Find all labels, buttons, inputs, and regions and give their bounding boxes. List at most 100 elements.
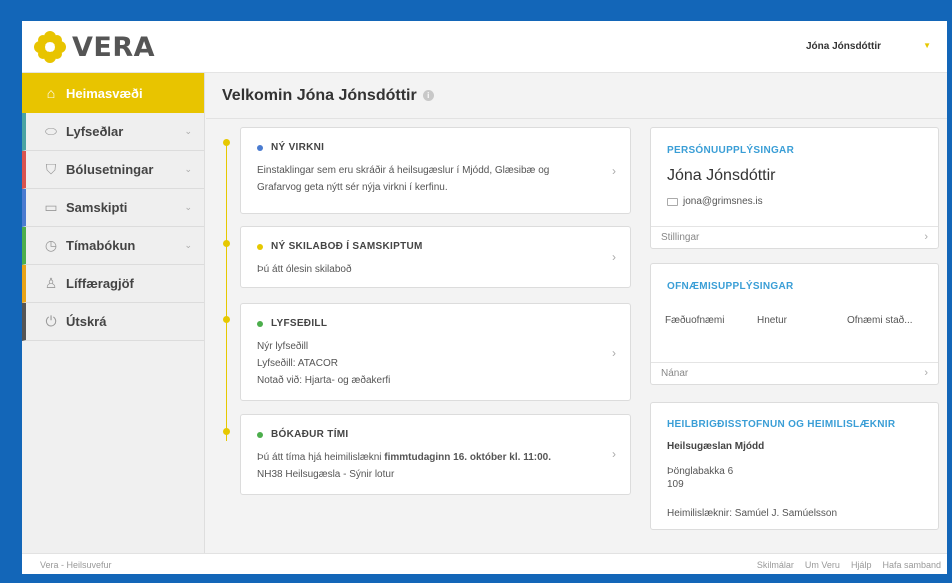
card-heading-text: NÝ SKILABOÐ Í SAMSKIPTUM	[271, 241, 423, 252]
timeline-dot	[223, 139, 230, 146]
sidebar-item-home[interactable]: ⌂ Heimasvæði	[22, 73, 204, 113]
card-line: Notað við: Hjarta- og æðakerfi	[257, 375, 391, 386]
prescription-card[interactable]: LYFSEÐILL Nýr lyfseðill Lyfseðill: ATACO…	[240, 303, 631, 401]
allergy-panel: OFNÆMISUPPLÝSINGAR Fæðuofnæmi Hnetur Ofn…	[650, 263, 939, 385]
footer-link-contact[interactable]: Hafa samband	[882, 560, 941, 570]
footer-link-help[interactable]: Hjálp	[851, 560, 872, 570]
clock-icon: ◷	[44, 237, 58, 253]
clinic-name: Heilsugæslan Mjódd	[667, 441, 765, 452]
chevron-down-icon[interactable]: ▼	[923, 41, 931, 50]
user-menu-name[interactable]: Jóna Jónsdóttir	[806, 41, 881, 52]
power-icon: ⏻	[45, 313, 57, 329]
status-dot	[257, 243, 263, 250]
page-title-text: Velkomin Jóna Jónsdóttir	[222, 87, 417, 104]
timeline-line	[226, 141, 227, 441]
allergy-note: Ofnæmi stað...	[847, 315, 913, 326]
card-body: Nýr lyfseðill Lyfseðill: ATACOR Notað vi…	[257, 338, 614, 389]
clinic-panel: HEILBRIGÐISSTOFNUN OG HEIMILISLÆKNIR Hei…	[650, 402, 939, 530]
panel-title: OFNÆMISUPPLÝSINGAR	[667, 281, 794, 292]
details-link[interactable]: Nánar ›	[651, 362, 938, 384]
card-line: NH38 Heilsugæsla - Sýnir lotur	[257, 469, 395, 480]
sidebar-item-label: Bólusetningar	[66, 162, 154, 177]
sidebar-item-label: Útskrá	[66, 314, 107, 329]
appointment-text: Þú átt tíma hjá heimilislækni	[257, 452, 385, 463]
sidebar: ⌂ Heimasvæði ⬭ Lyfseðlar ⌄ ⛉ Bólusetning…	[22, 73, 205, 553]
chat-icon: ▭	[44, 199, 58, 215]
sidebar-item-label: Lyfseðlar	[66, 124, 124, 139]
card-line: Þú átt tíma hjá heimilislækni fimmtudagi…	[257, 449, 588, 466]
sidebar-item-logout[interactable]: ⏻ Útskrá	[22, 303, 204, 341]
page-header: Velkomin Jóna Jónsdóttir i	[206, 73, 947, 119]
footer-link-terms[interactable]: Skilmálar	[757, 560, 794, 570]
mail-icon	[667, 197, 678, 206]
card-heading: BÓKAÐUR TÍMI	[257, 429, 614, 440]
status-dot	[257, 320, 263, 327]
flower-logo-icon	[34, 31, 66, 63]
sidebar-item-vaccinations[interactable]: ⛉ Bólusetningar ⌄	[22, 151, 204, 189]
chevron-right-icon[interactable]: ›	[612, 346, 616, 360]
settings-label: Stillingar	[661, 232, 700, 243]
timeline-dot	[223, 428, 230, 435]
timeline-dot	[223, 316, 230, 323]
footer-link-about[interactable]: Um Veru	[805, 560, 840, 570]
card-heading: NÝ SKILABOÐ Í SAMSKIPTUM	[257, 241, 614, 252]
personal-info-panel: PERSÓNUUPPLÝSINGAR Jóna Jónsdóttir jona@…	[650, 127, 939, 249]
person-name: Jóna Jónsdóttir	[667, 167, 776, 184]
app-window: VERA Jóna Jónsdóttir ▼ ⌂ Heimasvæði ⬭ Ly…	[22, 21, 947, 574]
sidebar-item-appointments[interactable]: ◷ Tímabókun ⌄	[22, 227, 204, 265]
status-dot	[257, 144, 263, 151]
card-heading-text: BÓKAÐUR TÍMI	[271, 429, 349, 440]
address-line: Þönglabakka 6	[667, 466, 734, 477]
appointment-card[interactable]: BÓKAÐUR TÍMI Þú átt tíma hjá heimilislæk…	[240, 414, 631, 495]
card-line: Nýr lyfseðill	[257, 341, 309, 352]
messages-card[interactable]: NÝ SKILABOÐ Í SAMSKIPTUM Þú átt ólesin s…	[240, 226, 631, 288]
home-icon: ⌂	[46, 85, 56, 101]
chevron-down-icon: ⌄	[184, 164, 192, 174]
pill-icon: ⬭	[45, 123, 57, 139]
top-bar: VERA Jóna Jónsdóttir ▼	[22, 21, 947, 73]
status-dot	[257, 431, 263, 438]
info-icon[interactable]: i	[422, 90, 434, 101]
footer-links: Skilmálar Um Veru Hjálp Hafa samband	[757, 560, 941, 570]
panel-title: HEILBRIGÐISSTOFNUN OG HEIMILISLÆKNIR	[667, 419, 896, 430]
card-heading: LYFSEÐILL	[257, 318, 614, 329]
sidebar-item-label: Líffæragjöf	[66, 276, 134, 291]
shield-icon: ⛉	[45, 161, 57, 177]
clinic-address: Þönglabakka 6 109	[667, 465, 733, 491]
details-label: Nánar	[661, 368, 689, 379]
news-card[interactable]: NÝ VIRKNI Einstaklingar sem eru skráðir …	[240, 127, 631, 214]
card-heading-text: NÝ VIRKNI	[271, 142, 325, 153]
sidebar-item-label: Tímabókun	[66, 238, 136, 253]
app-name: VERA	[72, 31, 156, 63]
chevron-down-icon: ⌄	[184, 202, 192, 212]
card-body: Einstaklingar sem eru skráðir á heilsugæ…	[257, 165, 550, 193]
card-body: Þú átt ólesin skilaboð	[257, 264, 352, 275]
footer-brand: Vera - Heilsuvefur	[40, 560, 112, 570]
card-heading-text: LYFSEÐILL	[271, 318, 328, 329]
panel-title: PERSÓNUUPPLÝSINGAR	[667, 145, 795, 156]
email-text: jona@grimsnes.is	[683, 196, 763, 207]
sidebar-item-prescriptions[interactable]: ⬭ Lyfseðlar ⌄	[22, 113, 204, 151]
doctor-name: Heimilislæknir: Samúel J. Samúelsson	[667, 508, 838, 519]
chevron-right-icon[interactable]: ›	[612, 164, 616, 178]
card-body: Þú átt tíma hjá heimilislækni fimmtudagi…	[257, 449, 614, 483]
chevron-right-icon: ›	[924, 367, 928, 379]
sidebar-item-label: Heimasvæði	[66, 85, 143, 101]
allergy-type: Fæðuofnæmi	[665, 315, 725, 326]
card-line: Lyfseðill: ATACOR	[257, 358, 338, 369]
settings-link[interactable]: Stillingar ›	[651, 226, 938, 248]
chevron-down-icon: ⌄	[184, 240, 192, 250]
allergy-substance: Hnetur	[757, 315, 788, 326]
sidebar-item-messages[interactable]: ▭ Samskipti ⌄	[22, 189, 204, 227]
email-row: jona@grimsnes.is	[667, 196, 763, 207]
sidebar-item-label: Samskipti	[66, 200, 128, 215]
chevron-right-icon[interactable]: ›	[612, 447, 616, 461]
chevron-right-icon[interactable]: ›	[612, 250, 616, 264]
address-line: 109	[667, 479, 684, 490]
sidebar-item-organ-donation[interactable]: ♙ Líffæragjöf	[22, 265, 204, 303]
page-title: Velkomin Jóna Jónsdóttir i	[222, 87, 434, 105]
appointment-datetime: fimmtudaginn 16. október kl. 11:00.	[384, 452, 551, 463]
person-icon: ♙	[44, 275, 58, 291]
vera-logo[interactable]: VERA	[34, 29, 155, 65]
footer: Vera - Heilsuvefur Skilmálar Um Veru Hjá…	[22, 553, 947, 574]
